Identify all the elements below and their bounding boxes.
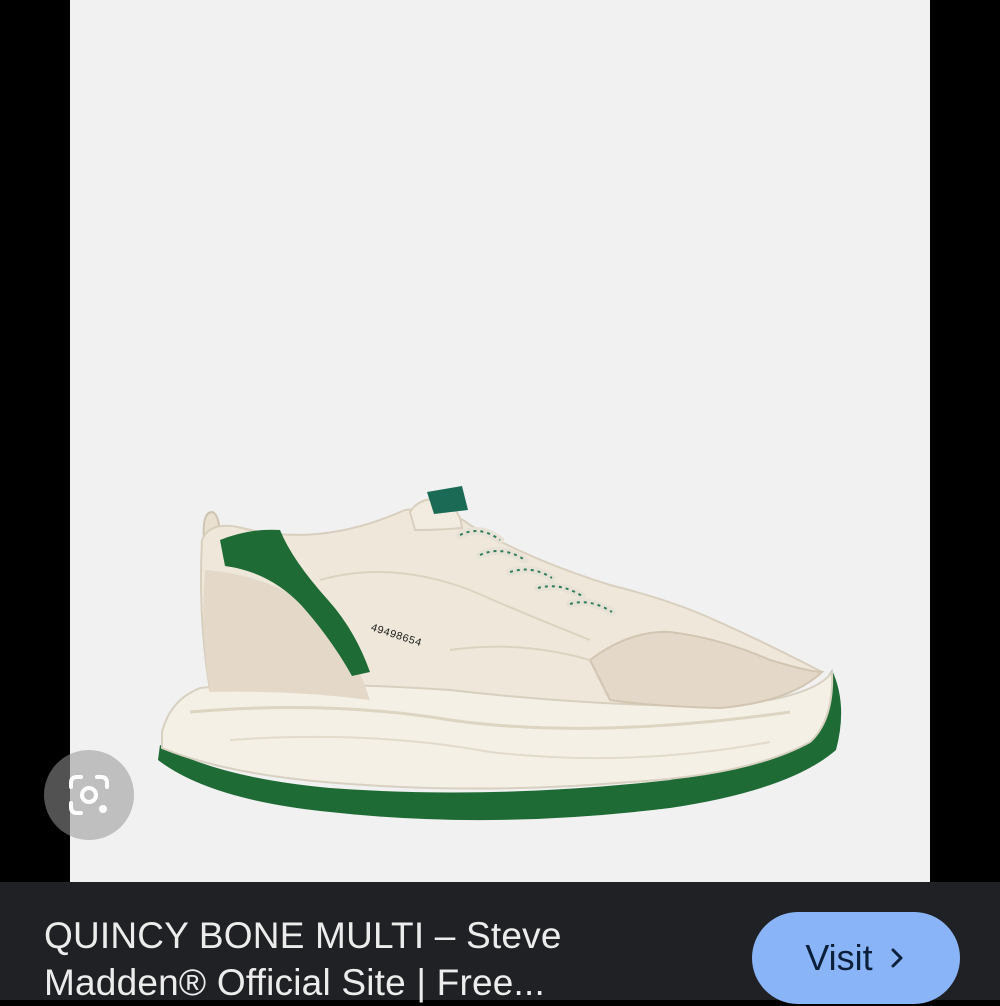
result-title[interactable]: QUINCY BONE MULTI – Steve Madden® Offici…: [44, 912, 724, 1006]
visit-label: Visit: [805, 937, 873, 978]
google-lens-button[interactable]: [44, 750, 134, 840]
sneaker-illustration: 49498654: [158, 486, 842, 821]
product-image[interactable]: 49498654: [70, 0, 930, 882]
result-title-line2: Madden® Official Site | Free...: [44, 962, 545, 1003]
visit-button[interactable]: Visit: [752, 912, 960, 1004]
chevron-right-icon: [891, 948, 903, 968]
result-title-line1: QUINCY BONE MULTI – Steve: [44, 915, 562, 956]
google-lens-icon: [69, 775, 109, 815]
